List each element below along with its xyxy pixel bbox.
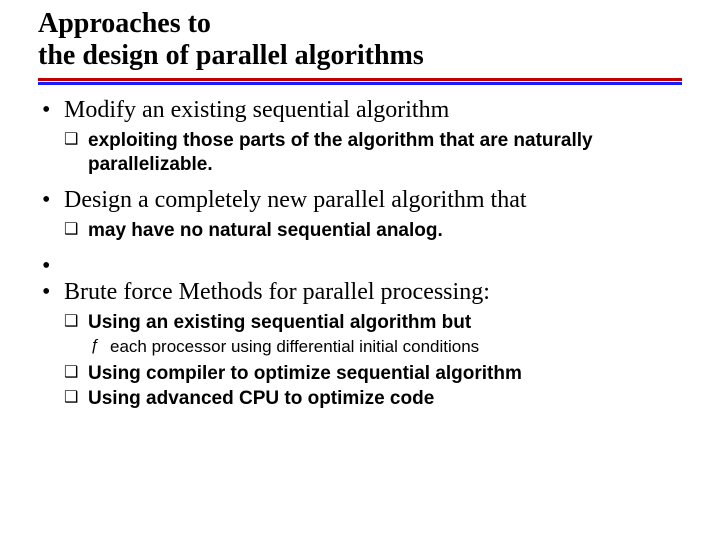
sub-text: Using an existing sequential algorithm b… [88, 312, 471, 333]
title-line-2: the design of parallel algorithms [38, 40, 424, 71]
subsub-text: each processor using differential initia… [110, 337, 479, 356]
sub-item: Using compiler to optimize sequential al… [64, 362, 682, 386]
sub-text: exploiting those parts of the algorithm … [88, 130, 593, 175]
sub-text: Using compiler to optimize sequential al… [88, 363, 522, 384]
slide: Approaches to the design of parallel alg… [0, 0, 720, 411]
title-line-1: Approaches to [38, 8, 211, 39]
list-item: Modify an existing sequential algorithm … [38, 95, 682, 177]
subsub-item: each processor using differential initia… [88, 336, 682, 357]
list-item: Design a completely new parallel algorit… [38, 185, 682, 243]
spacer [38, 251, 682, 277]
item-text: Design a completely new parallel algorit… [64, 187, 527, 213]
item-text: Brute force Methods for parallel process… [64, 279, 490, 305]
list-item: Brute force Methods for parallel process… [38, 277, 682, 412]
title-rule [38, 78, 682, 85]
bullet-list: Modify an existing sequential algorithm … [38, 95, 682, 411]
sub-item: Using an existing sequential algorithm b… [64, 311, 682, 358]
sub-item: may have no natural sequential analog. [64, 219, 682, 243]
sub-text: may have no natural sequential analog. [88, 220, 443, 241]
sub-text: Using advanced CPU to optimize code [88, 388, 434, 409]
sub-item: exploiting those parts of the algorithm … [64, 129, 682, 177]
item-text: Modify an existing sequential algorithm [64, 97, 449, 123]
slide-title: Approaches to the design of parallel alg… [38, 8, 682, 72]
sub-item: Using advanced CPU to optimize code [64, 387, 682, 411]
